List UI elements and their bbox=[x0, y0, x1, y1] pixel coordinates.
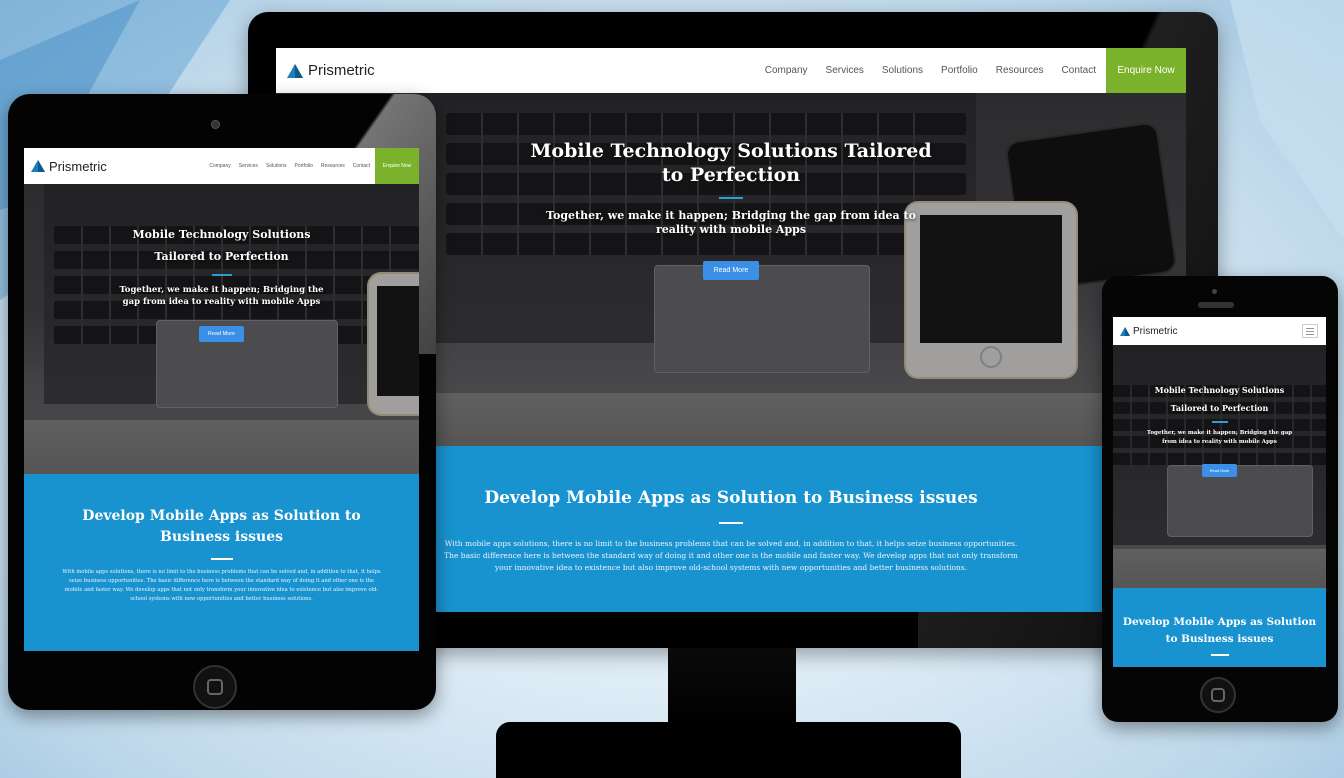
nav-item-contact[interactable]: Contact bbox=[353, 163, 370, 169]
phone-intro-section: Develop Mobile Apps as Solution to Busin… bbox=[1113, 588, 1326, 667]
read-more-button[interactable]: Read More bbox=[198, 326, 245, 342]
phone-site-header: Prismetric bbox=[1113, 317, 1326, 346]
hero-title: Mobile Technology Solutions Tailored to … bbox=[1154, 385, 1285, 413]
enquire-now-button[interactable]: Enquire Now bbox=[375, 148, 419, 184]
hero-subtitle: Together, we make it happen; Bridging th… bbox=[546, 209, 916, 236]
phone-camera-icon bbox=[1212, 289, 1217, 294]
main-nav: Company Services Solutions Portfolio Res… bbox=[765, 48, 1186, 93]
intro-body: With mobile apps solutions, there is no … bbox=[444, 539, 1018, 572]
phone-hero-section: Mobile Technology Solutions Tailored to … bbox=[1113, 345, 1326, 588]
tablet-home-button-icon bbox=[193, 665, 237, 709]
intro-title: Develop Mobile Apps as Solution to Busin… bbox=[82, 508, 361, 545]
hero-divider bbox=[1211, 421, 1228, 423]
tablet-site-header: Prismetric Company Services Solutions Po… bbox=[24, 148, 419, 185]
tablet-main-nav: Company Services Solutions Portfolio Res… bbox=[209, 148, 419, 184]
enquire-now-button[interactable]: Enquire Now bbox=[1106, 48, 1186, 93]
hero-title: Mobile Technology Solutions Tailored to … bbox=[132, 228, 311, 263]
tablet-logo[interactable]: Prismetric bbox=[30, 159, 107, 174]
hamburger-menu-icon[interactable] bbox=[1302, 324, 1318, 338]
logo-text: Prismetric bbox=[1133, 325, 1178, 337]
logo-text: Prismetric bbox=[49, 158, 107, 174]
tablet-screen: Prismetric Company Services Solutions Po… bbox=[24, 148, 419, 651]
nav-item-solutions[interactable]: Solutions bbox=[266, 163, 287, 169]
phone-speaker-icon bbox=[1198, 302, 1234, 308]
logo[interactable]: Prismetric bbox=[286, 62, 375, 79]
site-header: Prismetric Company Services Solutions Po… bbox=[276, 48, 1186, 94]
intro-title: Develop Mobile Apps as Solution to Busin… bbox=[1122, 616, 1317, 645]
nav-item-resources[interactable]: Resources bbox=[996, 65, 1044, 76]
hero-divider bbox=[719, 197, 743, 199]
tablet-intro-section: Develop Mobile Apps as Solution to Busin… bbox=[24, 474, 419, 651]
nav-item-company[interactable]: Company bbox=[209, 163, 230, 169]
nav-item-services[interactable]: Services bbox=[239, 163, 258, 169]
intro-divider bbox=[719, 522, 743, 524]
hero-divider bbox=[211, 274, 232, 276]
tablet-hero-content: Mobile Technology Solutions Tailored to … bbox=[24, 224, 419, 342]
nav-item-solutions[interactable]: Solutions bbox=[882, 65, 923, 76]
read-more-button[interactable]: Read More bbox=[1201, 463, 1238, 477]
phone-screen: Prismetric Mobile Technology Solutions T… bbox=[1113, 317, 1326, 667]
nav-item-services[interactable]: Services bbox=[826, 65, 864, 76]
monitor-stand-base bbox=[496, 722, 961, 778]
monitor-stand-neck bbox=[668, 648, 796, 726]
prism-logo-icon bbox=[31, 160, 45, 172]
prism-logo-icon bbox=[287, 63, 303, 78]
nav-item-contact[interactable]: Contact bbox=[1062, 65, 1096, 76]
intro-body: With mobile apps solutions, there is no … bbox=[62, 569, 381, 602]
tablet-hero-section: Mobile Technology Solutions Tailored to … bbox=[24, 184, 419, 474]
logo-text: Prismetric bbox=[308, 62, 375, 79]
phone-logo[interactable]: Prismetric bbox=[1119, 326, 1177, 337]
hero-title: Mobile Technology Solutions Tailored to … bbox=[530, 140, 932, 186]
phone-hero-content: Mobile Technology Solutions Tailored to … bbox=[1113, 381, 1326, 477]
intro-divider bbox=[210, 558, 233, 560]
nav-item-portfolio[interactable]: Portfolio bbox=[295, 163, 313, 169]
nav-item-resources[interactable]: Resources bbox=[321, 163, 345, 169]
prism-logo-icon bbox=[1120, 326, 1130, 336]
read-more-button[interactable]: Read More bbox=[702, 261, 760, 280]
intro-divider bbox=[1210, 654, 1229, 656]
hero-subtitle: Together, we make it happen; Bridging th… bbox=[119, 285, 324, 307]
tablet-camera-icon bbox=[211, 120, 220, 129]
nav-item-company[interactable]: Company bbox=[765, 65, 808, 76]
nav-item-portfolio[interactable]: Portfolio bbox=[941, 65, 978, 76]
phone-home-button-icon bbox=[1200, 677, 1236, 713]
hero-subtitle: Together, we make it happen; Bridging th… bbox=[1146, 429, 1293, 445]
